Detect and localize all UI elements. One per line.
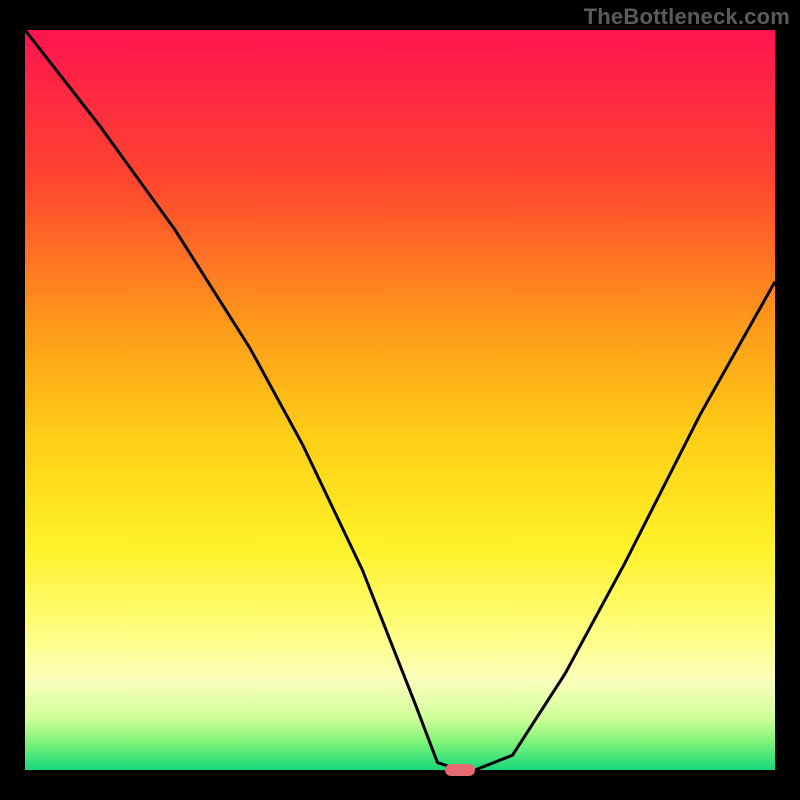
plot-region — [25, 30, 775, 770]
attribution-label: TheBottleneck.com — [584, 4, 790, 30]
gradient-background — [25, 30, 775, 770]
chart-frame: TheBottleneck.com — [0, 0, 800, 800]
chart-svg — [25, 30, 775, 770]
optimum-marker — [445, 764, 475, 776]
